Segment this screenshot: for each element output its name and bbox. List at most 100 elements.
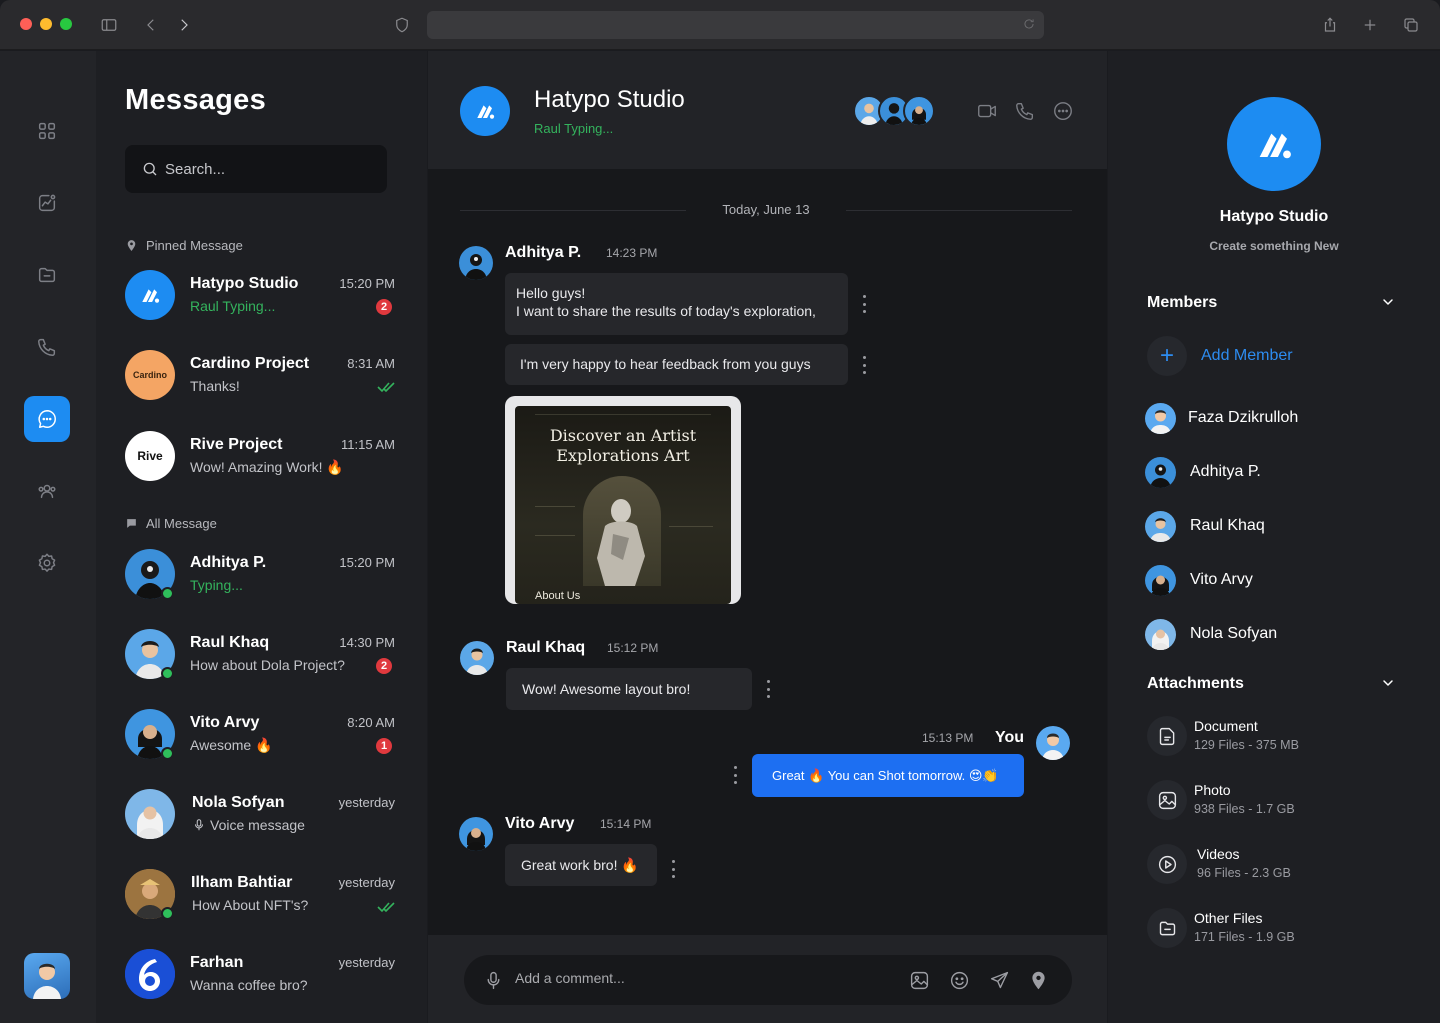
sender-avatar[interactable]	[460, 641, 494, 675]
conversation-preview: How about Dola Project?	[190, 657, 345, 673]
message-options-button[interactable]	[861, 295, 867, 313]
voice-record-button[interactable]	[481, 968, 505, 992]
phone-icon	[38, 338, 56, 356]
conversation-item-hatypo-studio[interactable]: Hatypo Studio Raul Typing... 15:20 PM 2	[125, 270, 395, 326]
conversation-item-nola-sofyan[interactable]: Nola Sofyan Voice message yesterday	[125, 789, 395, 845]
attach-image-button[interactable]	[907, 968, 931, 992]
member-item[interactable]: Raul Khaq	[1145, 510, 1265, 542]
message-time: 15:13 PM	[922, 731, 974, 745]
conversation-name: Vito Arvy	[190, 714, 260, 731]
conversation-time: 14:30 PM	[339, 635, 395, 650]
date-divider: Today, June 13	[460, 201, 1072, 221]
member-item[interactable]: Nola Sofyan	[1145, 618, 1277, 650]
address-bar[interactable]	[427, 11, 1044, 39]
conversation-time: 15:20 PM	[339, 555, 395, 570]
member-item[interactable]: Adhitya P.	[1145, 456, 1261, 488]
emoji-button[interactable]	[947, 968, 971, 992]
conversation-item-vito-arvy[interactable]: Vito Arvy Awesome 🔥 8:20 AM 1	[125, 709, 395, 765]
sender-avatar[interactable]	[459, 246, 493, 280]
member-item[interactable]: Vito Arvy	[1145, 564, 1253, 596]
member-avatar	[1145, 456, 1176, 488]
member-name: Adhitya P.	[1190, 463, 1261, 480]
shield-icon[interactable]	[390, 13, 414, 37]
attachment-title: Videos	[1197, 846, 1240, 862]
user-avatar[interactable]	[24, 953, 70, 999]
avatar	[125, 789, 175, 839]
more-options-button[interactable]	[1051, 99, 1075, 123]
member-avatar	[1145, 618, 1176, 650]
conversation-item-rive-project[interactable]: Rive Rive Project Wow! Amazing Work! 🔥 1…	[125, 431, 395, 487]
member-item[interactable]: Faza Dzikrulloh	[1145, 402, 1298, 434]
sender-avatar[interactable]	[459, 817, 493, 851]
chevron-down-icon[interactable]	[1380, 675, 1400, 695]
share-icon[interactable]	[1318, 13, 1342, 37]
video-call-button[interactable]	[975, 99, 999, 123]
conversation-item-ilham-bahtiar[interactable]: Ilham Bahtiar How About NFT's? yesterday	[125, 869, 395, 925]
member-avatar	[1145, 402, 1176, 434]
member-avatar[interactable]	[903, 95, 935, 127]
message-options-button[interactable]	[732, 766, 738, 784]
search-input[interactable]	[165, 160, 365, 178]
dashboard-nav-button[interactable]	[24, 108, 70, 154]
conversation-item-farhan[interactable]: Farhan Wanna coffee bro? yesterday	[125, 949, 395, 1005]
attachment-title: Photo	[1194, 782, 1231, 798]
studio-logo-icon	[142, 289, 160, 303]
group-avatar[interactable]	[460, 86, 510, 136]
share-location-button[interactable]	[1026, 968, 1050, 992]
add-member-button[interactable]: + Add Member	[1147, 336, 1293, 376]
more-horizontal-icon	[1054, 102, 1072, 120]
conversation-item-adhitya[interactable]: Adhitya P. Typing... 15:20 PM	[125, 549, 395, 605]
messages-nav-button[interactable]	[24, 396, 70, 442]
double-check-icon	[377, 900, 395, 913]
member-name: Vito Arvy	[1190, 571, 1253, 588]
online-indicator	[161, 587, 174, 600]
conversation-preview: Typing...	[190, 577, 243, 593]
plus-icon: +	[1147, 336, 1187, 376]
my-avatar[interactable]	[1036, 726, 1070, 760]
divider-line	[846, 210, 1072, 211]
message-text: Wow! Awesome layout bro!	[522, 681, 691, 697]
online-indicator	[161, 667, 174, 680]
back-icon[interactable]	[139, 13, 163, 37]
comment-box	[464, 955, 1072, 1005]
calls-nav-button[interactable]	[24, 324, 70, 370]
search-box[interactable]	[125, 145, 387, 193]
send-button[interactable]	[987, 968, 1011, 992]
attachments-heading: Attachments	[1147, 675, 1244, 692]
sculpture-image	[583, 476, 661, 586]
message-options-button[interactable]	[670, 860, 676, 878]
zoom-window-button[interactable]	[60, 18, 72, 30]
attachment-meta: 938 Files - 1.7 GB	[1194, 802, 1295, 816]
contacts-nav-button[interactable]	[24, 468, 70, 514]
conversation-time: 8:20 AM	[347, 715, 395, 730]
new-tab-icon[interactable]	[1358, 13, 1382, 37]
message-bubble: Great 🔥 You can Shot tomorrow. 😍👏	[752, 754, 1024, 797]
minimize-window-button[interactable]	[40, 18, 52, 30]
member-avatar	[1145, 564, 1176, 596]
video-icon	[1147, 844, 1187, 884]
conversation-time: yesterday	[338, 875, 395, 890]
message-options-button[interactable]	[861, 356, 867, 374]
forward-icon[interactable]	[172, 13, 196, 37]
conversation-preview: Wow! Amazing Work! 🔥	[190, 459, 344, 475]
analytics-nav-button[interactable]	[24, 180, 70, 226]
location-pin-icon	[1031, 971, 1045, 989]
reload-icon[interactable]	[1022, 17, 1038, 33]
settings-nav-button[interactable]	[24, 540, 70, 586]
voice-call-button[interactable]	[1013, 99, 1037, 123]
tab-overview-icon[interactable]	[1399, 13, 1423, 37]
all-messages-section-label: All Message	[125, 516, 217, 531]
files-nav-button[interactable]	[24, 252, 70, 298]
chevron-down-icon[interactable]	[1380, 294, 1400, 314]
conversation-item-raul-khaq[interactable]: Raul Khaq How about Dola Project? 14:30 …	[125, 629, 395, 685]
pin-icon	[127, 240, 136, 251]
comment-input[interactable]	[515, 970, 835, 986]
close-window-button[interactable]	[20, 18, 32, 30]
conversation-item-cardino-project[interactable]: Cardino Cardino Project Thanks! 8:31 AM	[125, 350, 395, 406]
shared-image-attachment[interactable]: Discover an Artist Explorations Art Abou…	[505, 396, 741, 604]
message-options-button[interactable]	[765, 680, 771, 698]
conversation-name: Raul Khaq	[190, 634, 270, 651]
sidebar-toggle-icon[interactable]	[97, 13, 121, 37]
conversation-name: Adhitya P.	[190, 554, 267, 571]
preview-text-block	[535, 506, 575, 536]
